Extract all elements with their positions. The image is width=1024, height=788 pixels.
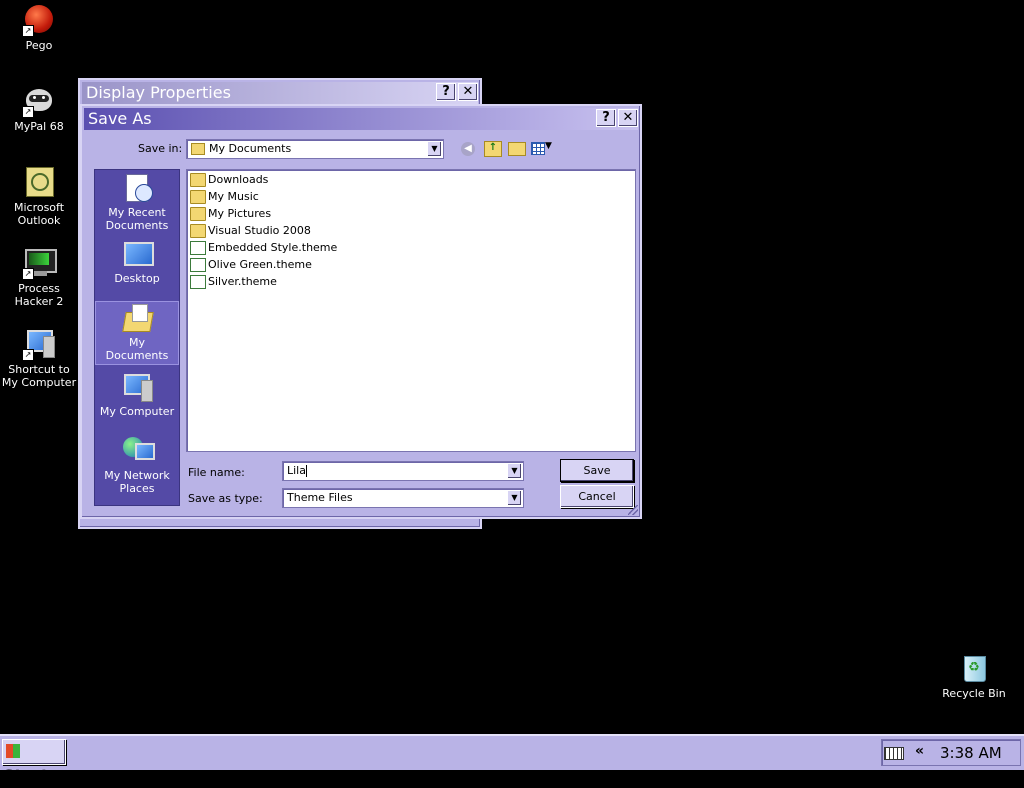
desktop-icon-label: Process Hacker 2 — [14, 282, 64, 308]
place-label: My Computer — [99, 405, 175, 418]
save-in-dropdown[interactable]: My Documents ▼ — [186, 139, 444, 159]
desktop-icon-recycle-bin[interactable]: ♻ Recycle Bin — [935, 652, 1013, 700]
views-menu-icon[interactable]: ▼ — [531, 141, 555, 155]
my-documents-icon — [121, 302, 154, 334]
list-item[interactable]: My Music — [190, 188, 259, 205]
display-properties-titlebar[interactable]: Display Properties — [82, 82, 478, 104]
save-button[interactable]: Save — [560, 459, 634, 482]
my-documents-folder-icon — [191, 143, 205, 155]
desktop-icon-outlook[interactable]: Microsoft Outlook — [0, 166, 78, 227]
clock[interactable]: 3:38 AM — [940, 744, 1002, 762]
pictures-folder-icon — [190, 207, 206, 221]
outlook-icon — [23, 166, 55, 198]
theme-file-icon — [190, 275, 206, 289]
save-as-titlebar[interactable]: Save As — [84, 108, 638, 130]
file-name-input[interactable]: Lila ▼ — [282, 461, 524, 481]
folder-icon — [190, 173, 206, 187]
desktop-icon-label: Recycle Bin — [942, 687, 1006, 700]
start-button[interactable]: Start — [2, 739, 66, 785]
list-item[interactable]: Visual Studio 2008 — [190, 222, 311, 239]
chevron-down-icon[interactable]: ▼ — [507, 463, 522, 479]
desktop-icon-process-hacker[interactable]: ↗ Process Hacker 2 — [0, 247, 78, 308]
mypal-raccoon-icon: ↗ — [22, 85, 55, 118]
place-label: My Network Places — [104, 469, 170, 495]
help-button[interactable]: ? — [596, 109, 616, 127]
desktop-icon-label: Pego — [25, 39, 53, 52]
process-hacker-icon: ↗ — [22, 247, 57, 280]
cancel-button[interactable]: Cancel — [560, 485, 634, 508]
shortcut-arrow-icon: ↗ — [22, 106, 34, 118]
folder-icon — [190, 224, 206, 238]
resize-grip-icon[interactable] — [628, 505, 638, 515]
desktop-icon — [121, 238, 154, 270]
tray-expand-chevron[interactable]: « — [915, 743, 924, 759]
text-cursor — [305, 465, 307, 477]
theme-file-icon — [190, 241, 206, 255]
system-tray: « 3:38 AM — [881, 739, 1021, 766]
list-item[interactable]: Silver.theme — [190, 273, 277, 290]
up-folder-icon[interactable]: ↑ — [484, 141, 502, 157]
file-list[interactable]: Downloads My Music My Pictures Visual St… — [186, 169, 636, 452]
computer-icon: ↗ — [22, 328, 55, 361]
file-name-value: Lila — [287, 464, 306, 477]
keyboard-icon[interactable] — [884, 747, 904, 760]
place-my-recent-documents[interactable]: My Recent Documents — [95, 172, 179, 234]
places-bar: My Recent Documents Desktop My Documents… — [94, 169, 180, 506]
place-my-network-places[interactable]: My Network Places — [95, 435, 179, 499]
list-item[interactable]: Embedded Style.theme — [190, 239, 337, 256]
windows-logo-icon — [6, 744, 20, 758]
taskbar: Start « 3:38 AM — [0, 734, 1024, 785]
back-icon[interactable]: ◀ — [461, 142, 475, 156]
file-name-label: File name: — [188, 466, 245, 479]
desktop-icon-label: Shortcut to My Computer — [1, 363, 77, 389]
desktop-icon-label: Microsoft Outlook — [13, 201, 65, 227]
theme-file-icon — [190, 258, 206, 272]
place-desktop[interactable]: Desktop — [95, 238, 179, 296]
shortcut-arrow-icon: ↗ — [22, 349, 34, 361]
save-in-label: Save in: — [138, 142, 183, 155]
window-title: Save As — [88, 109, 152, 128]
list-item[interactable]: My Pictures — [190, 205, 271, 222]
start-label: Start — [3, 766, 49, 785]
network-globe-icon — [121, 435, 155, 467]
music-folder-icon — [190, 190, 206, 204]
save-as-type-value: Theme Files — [287, 491, 353, 504]
close-button[interactable]: ✕ — [618, 109, 638, 127]
desktop-icon-mypal[interactable]: ↗ MyPal 68 — [0, 85, 78, 133]
chevron-down-icon[interactable]: ▼ — [507, 490, 522, 506]
place-label: My Documents — [105, 336, 169, 362]
my-computer-icon — [121, 371, 153, 403]
desktop-icon-pego[interactable]: ↗ Pego — [0, 4, 78, 52]
save-as-type-label: Save as type: — [188, 492, 263, 505]
desktop-icon-label: MyPal 68 — [14, 120, 64, 133]
chevron-down-icon[interactable]: ▼ — [427, 141, 442, 157]
help-button[interactable]: ? — [436, 83, 456, 101]
recycle-bin-icon: ♻ — [958, 652, 990, 684]
list-item[interactable]: Olive Green.theme — [190, 256, 312, 273]
list-item[interactable]: Downloads — [190, 171, 268, 188]
save-as-type-select[interactable]: Theme Files ▼ — [282, 488, 524, 508]
shortcut-arrow-icon: ↗ — [22, 25, 34, 37]
recent-documents-icon — [121, 172, 153, 204]
place-label: Desktop — [114, 272, 160, 285]
save-in-value: My Documents — [209, 142, 292, 155]
shortcut-arrow-icon: ↗ — [22, 268, 34, 280]
place-label: My Recent Documents — [105, 206, 169, 232]
desktop-icon-my-computer-shortcut[interactable]: ↗ Shortcut to My Computer — [0, 328, 78, 389]
save-as-dialog[interactable]: Save As ? ✕ Save in: My Documents ▼ ◀ ↑ … — [80, 104, 642, 519]
new-folder-icon[interactable] — [508, 142, 526, 156]
pego-icon: ↗ — [22, 4, 55, 37]
close-button[interactable]: ✕ — [458, 83, 478, 101]
place-my-computer[interactable]: My Computer — [95, 371, 179, 429]
place-my-documents[interactable]: My Documents — [95, 301, 179, 365]
window-title: Display Properties — [86, 83, 231, 102]
